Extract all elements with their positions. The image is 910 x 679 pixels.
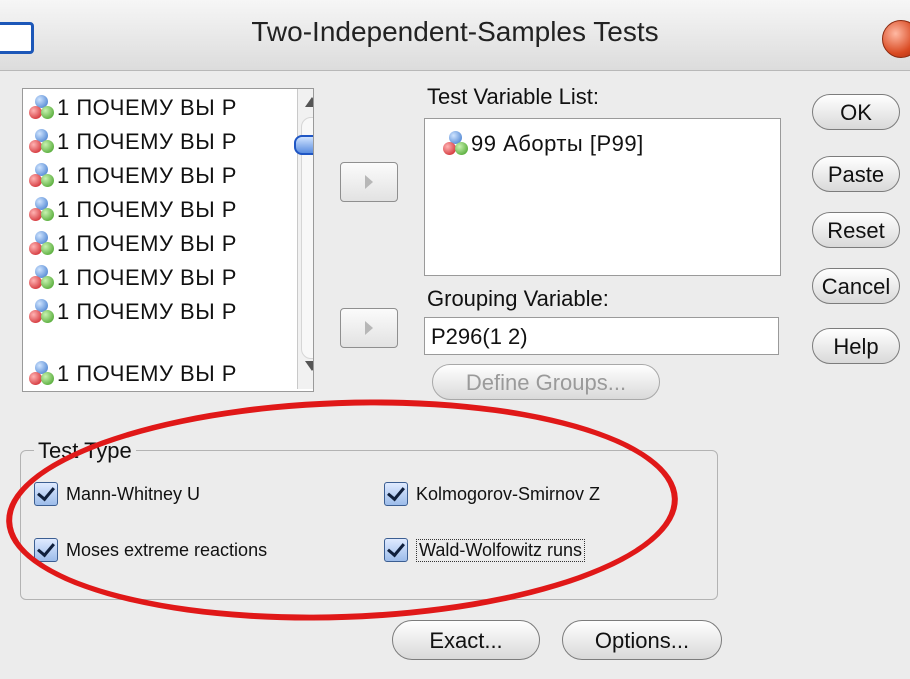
reset-button[interactable]: Reset [812, 212, 900, 248]
variable-nominal-icon [29, 197, 55, 223]
variable-nominal-icon [29, 361, 55, 387]
cancel-button[interactable]: Cancel [812, 268, 900, 304]
grouping-variable-field[interactable]: P296(1 2) [424, 317, 779, 355]
variable-nominal-icon [443, 131, 469, 157]
source-variable-list[interactable]: 1 ПОЧЕМУ ВЫ Р 1 ПОЧЕМУ ВЫ Р 1 ПОЧЕМУ ВЫ … [22, 88, 314, 392]
help-button[interactable]: Help [812, 328, 900, 364]
arrow-right-icon [365, 175, 373, 189]
list-item[interactable]: 1 ПОЧЕМУ ВЫ Р [29, 359, 237, 389]
checkmark-icon[interactable] [34, 538, 58, 562]
paste-button[interactable]: Paste [812, 156, 900, 192]
mann-whitney-checkbox[interactable]: Mann-Whitney U [34, 482, 200, 506]
grouping-variable-label: Grouping Variable: [427, 286, 609, 311]
variable-nominal-icon [29, 163, 55, 189]
list-item[interactable]: 1 ПОЧЕМУ ВЫ Р [29, 229, 237, 259]
checkmark-icon[interactable] [34, 482, 58, 506]
variable-nominal-icon [29, 95, 55, 121]
test-type-legend: Test Type [34, 438, 136, 464]
variable-nominal-icon [29, 299, 55, 325]
list-item[interactable]: 1 ПОЧЕМУ ВЫ Р [29, 195, 237, 225]
list-item[interactable]: 1 ПОЧЕМУ ВЫ Р [29, 263, 237, 293]
move-to-grouping-button[interactable] [340, 308, 398, 348]
list-item[interactable]: 1 ПОЧЕМУ ВЫ Р [29, 297, 237, 327]
wald-wolfowitz-checkbox[interactable]: Wald-Wolfowitz runs [384, 538, 586, 562]
kolmogorov-smirnov-checkbox[interactable]: Kolmogorov-Smirnov Z [384, 482, 600, 506]
variable-nominal-icon [29, 231, 55, 257]
close-button[interactable] [882, 20, 910, 58]
scrollbar-thumb[interactable] [294, 135, 313, 155]
variable-nominal-icon [29, 129, 55, 155]
checkmark-icon[interactable] [384, 538, 408, 562]
arrow-right-icon [365, 321, 373, 335]
define-groups-button[interactable]: Define Groups... [432, 364, 660, 400]
list-item[interactable]: 1 ПОЧЕМУ ВЫ Р [29, 161, 237, 191]
list-item[interactable]: 1 ПОЧЕМУ ВЫ Р [29, 127, 237, 157]
vertical-scrollbar[interactable] [294, 89, 313, 389]
moses-extreme-reactions-checkbox[interactable]: Moses extreme reactions [34, 538, 267, 562]
scroll-up-arrow-icon[interactable] [305, 97, 313, 107]
list-item[interactable]: 1 ПОЧЕМУ ВЫ Р [29, 93, 237, 123]
title-bar: Two-Independent-Samples Tests [0, 0, 910, 71]
list-item[interactable]: 99 Аборты [P99] [443, 129, 644, 159]
options-button[interactable]: Options... [562, 620, 722, 660]
variable-nominal-icon [29, 265, 55, 291]
test-variable-list-label: Test Variable List: [427, 84, 600, 109]
checkmark-icon[interactable] [384, 482, 408, 506]
ok-button[interactable]: OK [812, 94, 900, 130]
exact-button[interactable]: Exact... [392, 620, 540, 660]
test-variable-list[interactable]: 99 Аборты [P99] [424, 118, 781, 276]
window-title: Two-Independent-Samples Tests [251, 16, 659, 47]
test-type-group [20, 450, 718, 600]
scroll-down-arrow-icon[interactable] [305, 361, 313, 371]
move-to-test-list-button[interactable] [340, 162, 398, 202]
